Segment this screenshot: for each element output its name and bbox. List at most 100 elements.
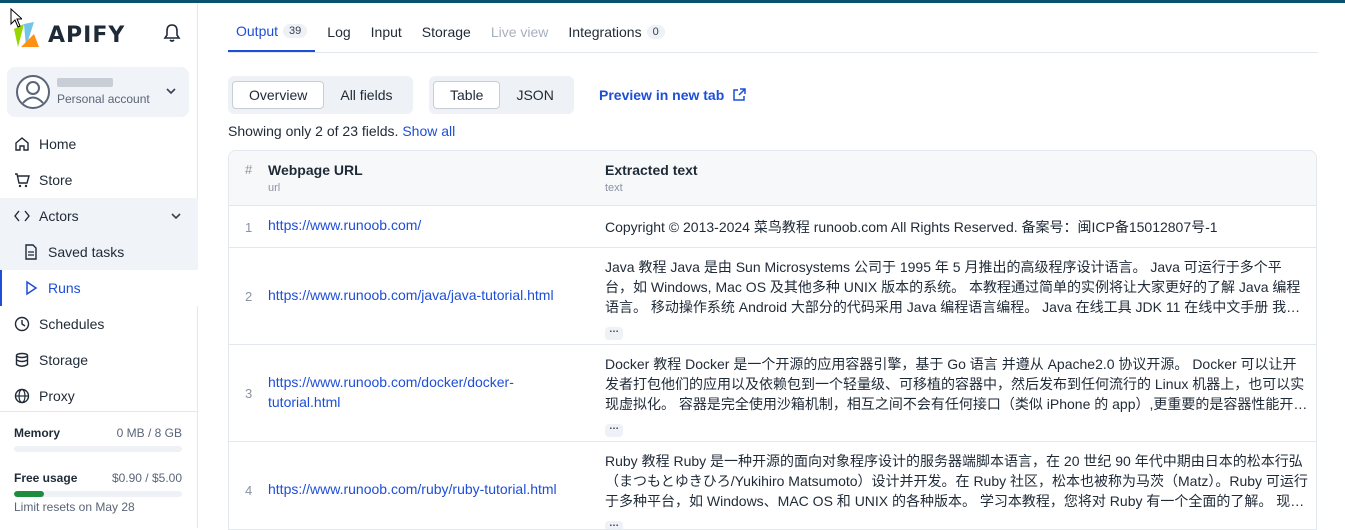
table-view-button[interactable]: Table bbox=[433, 81, 501, 109]
nav-label-runs: Runs bbox=[48, 280, 81, 296]
brand-name: APIFY bbox=[48, 22, 126, 48]
tab-live-view: Live view bbox=[483, 11, 557, 52]
limit-reset-text: Limit resets on May 28 bbox=[14, 500, 135, 514]
table-row: 3 https://www.runoob.com/docker/docker-t… bbox=[229, 345, 1316, 442]
database-icon bbox=[13, 351, 31, 369]
nav-item-storage[interactable]: Storage bbox=[0, 342, 198, 378]
row-number-header: # bbox=[245, 162, 253, 177]
table-row: 4 https://www.runoob.com/ruby/ruby-tutor… bbox=[229, 442, 1316, 529]
format-toggle: Table JSON bbox=[429, 76, 574, 114]
apify-logo[interactable]: APIFY bbox=[12, 21, 125, 49]
run-tabs: Output 39 Log Input Storage Live view In… bbox=[228, 11, 1318, 53]
tab-input[interactable]: Input bbox=[363, 11, 410, 52]
nav-item-store[interactable]: Store bbox=[0, 162, 198, 198]
row-url-link[interactable]: https://www.runoob.com/ bbox=[268, 215, 578, 235]
expand-text-button[interactable]: … bbox=[605, 422, 623, 437]
account-switcher[interactable]: Personal account bbox=[7, 67, 189, 117]
row-extracted-text: Java 教程 Java 是由 Sun Microsystems 公司于 199… bbox=[605, 257, 1309, 340]
code-icon bbox=[13, 207, 31, 225]
row-url-link[interactable]: https://www.runoob.com/java/java-tutoria… bbox=[268, 285, 578, 305]
row-extracted-text: Copyright © 2013-2024 菜鸟教程 runoob.com Al… bbox=[605, 219, 1218, 235]
overview-button[interactable]: Overview bbox=[232, 81, 325, 109]
expand-text-button[interactable]: … bbox=[605, 325, 623, 340]
memory-progress-bar bbox=[14, 446, 182, 452]
account-name-redacted bbox=[57, 78, 113, 87]
home-icon bbox=[13, 135, 31, 153]
json-view-button[interactable]: JSON bbox=[500, 81, 569, 109]
nav-item-runs[interactable]: Runs bbox=[0, 270, 198, 306]
clock-icon bbox=[13, 315, 31, 333]
dataset-table: # Webpage URL url Extracted text text 1 … bbox=[228, 150, 1317, 530]
mouse-cursor-icon bbox=[10, 8, 22, 28]
nav-item-saved-tasks[interactable]: Saved tasks bbox=[0, 234, 198, 270]
row-extracted-text: Ruby 教程 Ruby 是一种开源的面向对象程序设计的服务器端脚本语言，在 2… bbox=[605, 451, 1309, 529]
show-all-link[interactable]: Show all bbox=[402, 123, 455, 139]
nav-item-home[interactable]: Home bbox=[0, 126, 198, 162]
tab-log[interactable]: Log bbox=[319, 11, 358, 52]
fields-toggle: Overview All fields bbox=[228, 76, 413, 114]
bell-icon[interactable] bbox=[161, 22, 183, 44]
text-column-key: text bbox=[605, 182, 623, 194]
table-header: # Webpage URL url Extracted text text bbox=[229, 151, 1316, 206]
nav-item-proxy[interactable]: Proxy bbox=[0, 378, 198, 414]
tab-input-label: Input bbox=[370, 23, 402, 40]
nav-label-schedules: Schedules bbox=[39, 316, 105, 332]
nav-label-store: Store bbox=[39, 172, 73, 188]
main-content: Output 39 Log Input Storage Live view In… bbox=[198, 3, 1345, 530]
url-column-key: url bbox=[268, 182, 281, 194]
nav-label-home: Home bbox=[39, 136, 77, 152]
nav-item-actors[interactable]: Actors bbox=[0, 198, 198, 234]
table-row: 1 https://www.runoob.com/ Copyright © 20… bbox=[229, 206, 1316, 248]
integrations-count-badge: 0 bbox=[646, 24, 665, 39]
free-usage-value: $0.90 / $5.00 bbox=[111, 471, 182, 485]
table-row: 2 https://www.runoob.com/java/java-tutor… bbox=[229, 248, 1316, 345]
nav-label-proxy: Proxy bbox=[39, 388, 75, 404]
nav-label-actors: Actors bbox=[39, 208, 79, 224]
free-usage-progress-fill bbox=[14, 491, 45, 497]
free-usage-label: Free usage bbox=[14, 471, 78, 485]
row-number: 1 bbox=[245, 220, 253, 235]
tab-log-label: Log bbox=[327, 23, 351, 40]
tab-integrations-label: Integrations bbox=[568, 23, 642, 40]
tab-output-label: Output bbox=[236, 22, 279, 39]
text-column-title: Extracted text bbox=[605, 162, 698, 178]
url-column-title: Webpage URL bbox=[268, 162, 363, 178]
chevron-down-icon bbox=[166, 88, 176, 95]
external-link-icon bbox=[733, 88, 747, 101]
row-extracted-text: Docker 教程 Docker 是一个开源的应用容器引擎，基于 Go 语言 并… bbox=[605, 354, 1309, 437]
nav-label-saved-tasks: Saved tasks bbox=[48, 244, 125, 260]
account-type: Personal account bbox=[57, 92, 150, 106]
cart-icon bbox=[13, 171, 31, 189]
tab-integrations[interactable]: Integrations 0 bbox=[560, 11, 672, 52]
tab-storage[interactable]: Storage bbox=[414, 11, 479, 52]
memory-value: 0 MB / 8 GB bbox=[116, 426, 182, 440]
expand-text-button[interactable]: … bbox=[605, 519, 623, 529]
usage-panel: Memory 0 MB / 8 GB Free usage $0.90 / $5… bbox=[0, 411, 198, 514]
tab-output[interactable]: Output 39 bbox=[228, 11, 316, 52]
all-fields-button[interactable]: All fields bbox=[324, 81, 408, 109]
output-count-badge: 39 bbox=[283, 23, 308, 38]
preview-label: Preview in new tab bbox=[599, 87, 725, 103]
preview-in-new-tab-link[interactable]: Preview in new tab bbox=[599, 87, 747, 103]
row-url-link[interactable]: https://www.runoob.com/ruby/ruby-tutoria… bbox=[268, 479, 578, 499]
main-nav: Home Store Actors Saved tasks Runs Sched… bbox=[0, 126, 198, 414]
tab-storage-label: Storage bbox=[421, 23, 471, 40]
document-icon bbox=[22, 243, 40, 261]
row-url-link[interactable]: https://www.runoob.com/docker/docker-tut… bbox=[268, 372, 578, 412]
tab-live-view-label: Live view bbox=[490, 23, 549, 40]
fields-note: Showing only 2 of 23 fields. Show all bbox=[228, 123, 455, 139]
nav-label-storage: Storage bbox=[39, 352, 89, 368]
chevron-down-icon bbox=[171, 213, 181, 220]
row-number: 4 bbox=[245, 483, 253, 498]
globe-icon bbox=[13, 387, 31, 405]
free-usage-progress-bar bbox=[14, 491, 182, 497]
text-column-header: Extracted text text bbox=[605, 162, 698, 194]
url-column-header: Webpage URL url bbox=[268, 162, 363, 194]
avatar bbox=[16, 75, 50, 109]
row-number: 3 bbox=[245, 386, 253, 401]
row-number: 2 bbox=[245, 289, 253, 304]
sidebar: APIFY Personal account Home Store Actors… bbox=[0, 3, 198, 528]
nav-item-schedules[interactable]: Schedules bbox=[0, 306, 198, 342]
fields-note-text: Showing only 2 of 23 fields. bbox=[228, 123, 399, 139]
play-icon bbox=[22, 279, 40, 297]
